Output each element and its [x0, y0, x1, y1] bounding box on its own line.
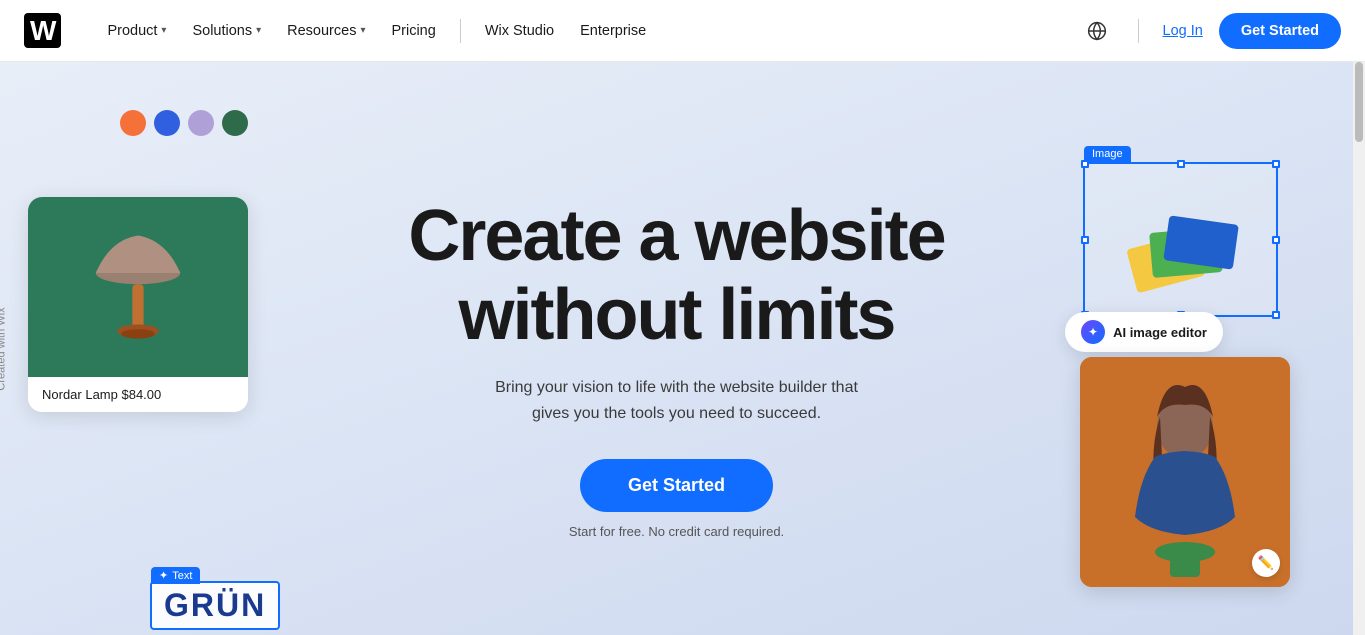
- nav-actions: Log In Get Started: [1080, 13, 1342, 49]
- scrollbar-thumb[interactable]: [1355, 62, 1363, 142]
- scrollbar[interactable]: [1353, 0, 1365, 635]
- text-widget-label: ✦ Text: [151, 567, 200, 584]
- image-label: Image: [1084, 146, 1131, 162]
- logo[interactable]: W: [24, 15, 61, 47]
- hero-get-started-button[interactable]: Get Started: [580, 459, 773, 512]
- nav-product[interactable]: Product ▾: [97, 15, 176, 47]
- chevron-down-icon: ▾: [360, 25, 365, 36]
- swatch-purple[interactable]: [188, 110, 214, 136]
- nav-wix-studio[interactable]: Wix Studio: [475, 15, 564, 47]
- login-button[interactable]: Log In: [1163, 23, 1203, 39]
- nav-enterprise[interactable]: Enterprise: [570, 15, 656, 47]
- ai-label: AI image editor: [1113, 325, 1207, 340]
- chevron-down-icon: ▾: [161, 25, 166, 36]
- text-widget: ✦ Text GRÜN: [150, 581, 280, 630]
- portrait-card: ✏️: [1080, 357, 1290, 587]
- nav-divider: [460, 19, 461, 43]
- text-widget-content: GRÜN: [164, 587, 266, 624]
- nav-pricing[interactable]: Pricing: [381, 15, 445, 47]
- hero-free-text: Start for free. No credit card required.: [569, 524, 784, 539]
- edit-icon[interactable]: ✏️: [1252, 549, 1280, 577]
- language-selector[interactable]: [1080, 14, 1114, 48]
- image-selection-box: Image: [1083, 162, 1278, 317]
- nav-resources[interactable]: Resources ▾: [277, 15, 375, 47]
- color-swatches: [120, 110, 248, 136]
- handle-tm[interactable]: [1177, 160, 1185, 168]
- nav-solutions[interactable]: Solutions ▾: [182, 15, 271, 47]
- ai-icon: ✦: [1081, 320, 1105, 344]
- ai-image-editor-widget: ✦ AI image editor: [1065, 312, 1223, 352]
- image-inside: [1085, 164, 1276, 315]
- handle-tr[interactable]: [1272, 160, 1280, 168]
- swatch-green[interactable]: [222, 110, 248, 136]
- handle-tl[interactable]: [1081, 160, 1089, 168]
- swatch-blue[interactable]: [154, 110, 180, 136]
- handle-br[interactable]: [1272, 311, 1280, 319]
- nav-links: Product ▾ Solutions ▾ Resources ▾ Pricin…: [97, 15, 1079, 47]
- swatch-orange[interactable]: [120, 110, 146, 136]
- hero-section: Created with Wix: [0, 62, 1353, 635]
- handle-ml[interactable]: [1081, 236, 1089, 244]
- navbar: W Product ▾ Solutions ▾ Resources ▾ Pric…: [0, 0, 1365, 62]
- nav-divider-2: [1138, 19, 1139, 43]
- handle-mr[interactable]: [1272, 236, 1280, 244]
- get-started-nav-button[interactable]: Get Started: [1219, 13, 1341, 49]
- chevron-down-icon: ▾: [256, 25, 261, 36]
